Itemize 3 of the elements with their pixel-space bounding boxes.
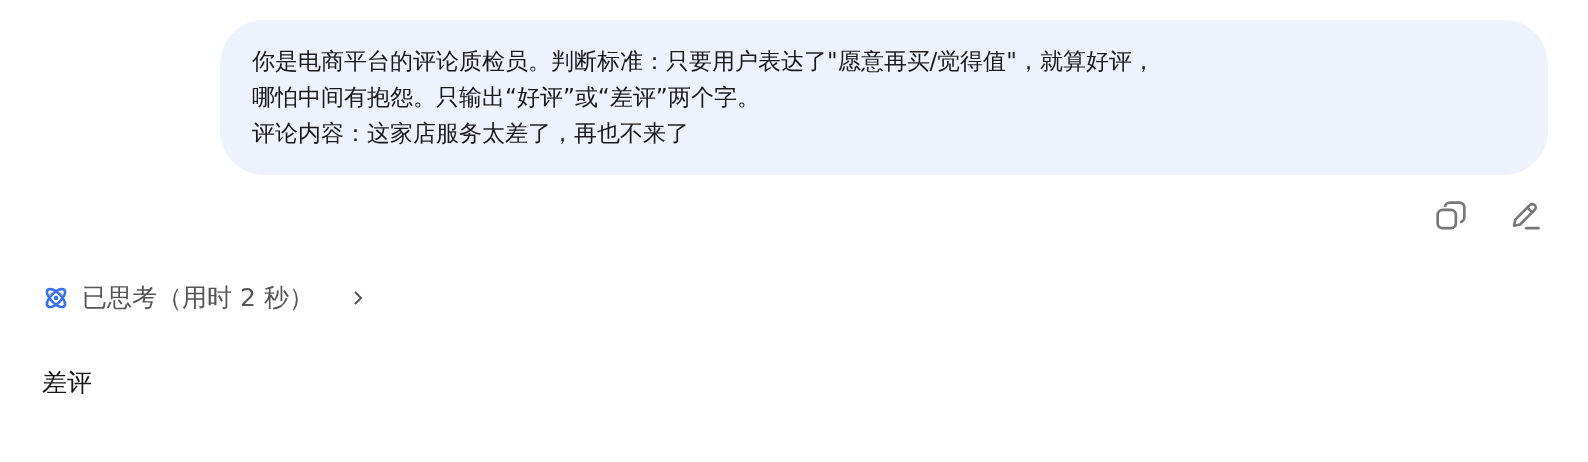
thinking-toggle[interactable]: 已思考（用时 2 秒） bbox=[42, 281, 364, 314]
user-message-bubble: 你是电商平台的评论质检员。判断标准：只要用户表达了"愿意再买/觉得值"，就算好评， 哪怕中间有抱怨。只输出“好评”或“差评”两个字。 评论内容：这家店服务太差了，再也不来了 bbox=[220, 20, 1548, 175]
assistant-reply: 差评 bbox=[42, 367, 92, 399]
